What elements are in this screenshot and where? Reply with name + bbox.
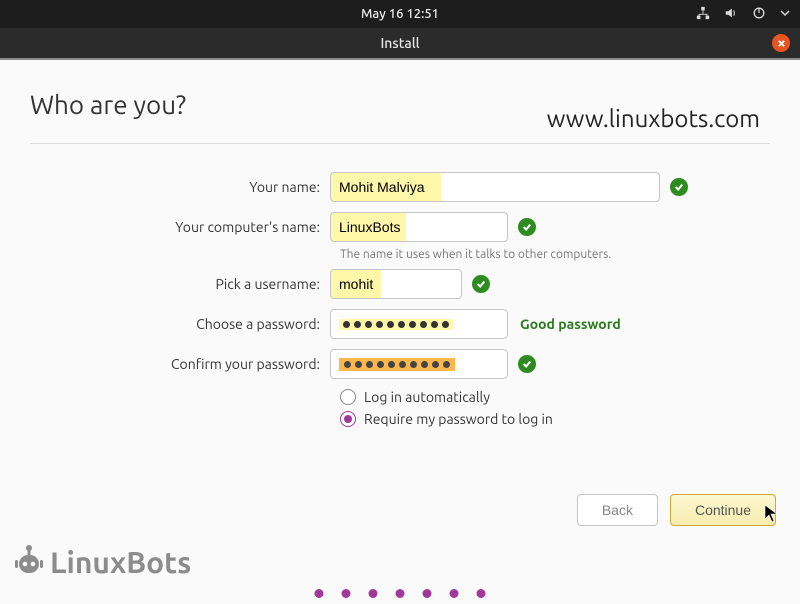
window-title: Install [380,35,419,51]
login-options: Log in automatically Require my password… [340,389,770,427]
close-button[interactable] [772,34,790,52]
progress-dots [315,589,486,598]
label-password: Choose a password: [30,316,330,332]
continue-button[interactable]: Continue [670,494,776,526]
computer-name-hint: The name it uses when it talks to other … [340,248,770,261]
window-title-bar: Install [0,28,800,60]
row-username: Pick a username: [30,269,770,299]
row-password: Choose a password: Good password [30,309,770,339]
your-name-input[interactable] [330,172,660,202]
label-computer-name: Your computer's name: [30,219,330,235]
password-input[interactable] [330,309,508,339]
check-icon [472,275,490,293]
radio-label: Log in automatically [364,389,490,405]
watermark-url: www.linuxbots.com [547,105,760,132]
radio-auto-login[interactable]: Log in automatically [340,389,770,405]
brand-watermark: LinuxBots [12,542,191,582]
label-confirm-password: Confirm your password: [30,356,330,372]
password-strength: Good password [520,316,621,332]
radio-icon [340,389,356,405]
installer-page: Who are you? www.linuxbots.com Your name… [0,60,800,427]
volume-icon[interactable] [724,6,738,23]
radio-icon [340,411,356,427]
row-your-name: Your name: [30,172,770,202]
row-computer-name: Your computer's name: [30,212,770,242]
computer-name-input[interactable] [330,212,508,242]
check-icon [518,218,536,236]
clock: May 16 12:51 [361,7,439,21]
label-username: Pick a username: [30,276,330,292]
robot-icon [12,542,46,582]
confirm-password-input[interactable] [330,349,508,379]
system-tray [696,6,790,23]
row-confirm-password: Confirm your password: [30,349,770,379]
check-icon [670,178,688,196]
back-button[interactable]: Back [577,494,658,526]
chevron-down-icon[interactable] [780,7,790,21]
nav-buttons: Back Continue [577,494,776,526]
system-top-bar: May 16 12:51 [0,0,800,28]
check-icon [518,355,536,373]
label-your-name: Your name: [30,179,330,195]
brand-name: LinuxBots [50,545,191,579]
username-input[interactable] [330,269,462,299]
network-icon[interactable] [696,6,710,23]
power-icon[interactable] [752,6,766,23]
divider [30,143,770,144]
radio-require-password[interactable]: Require my password to log in [340,411,770,427]
radio-label: Require my password to log in [364,411,553,427]
